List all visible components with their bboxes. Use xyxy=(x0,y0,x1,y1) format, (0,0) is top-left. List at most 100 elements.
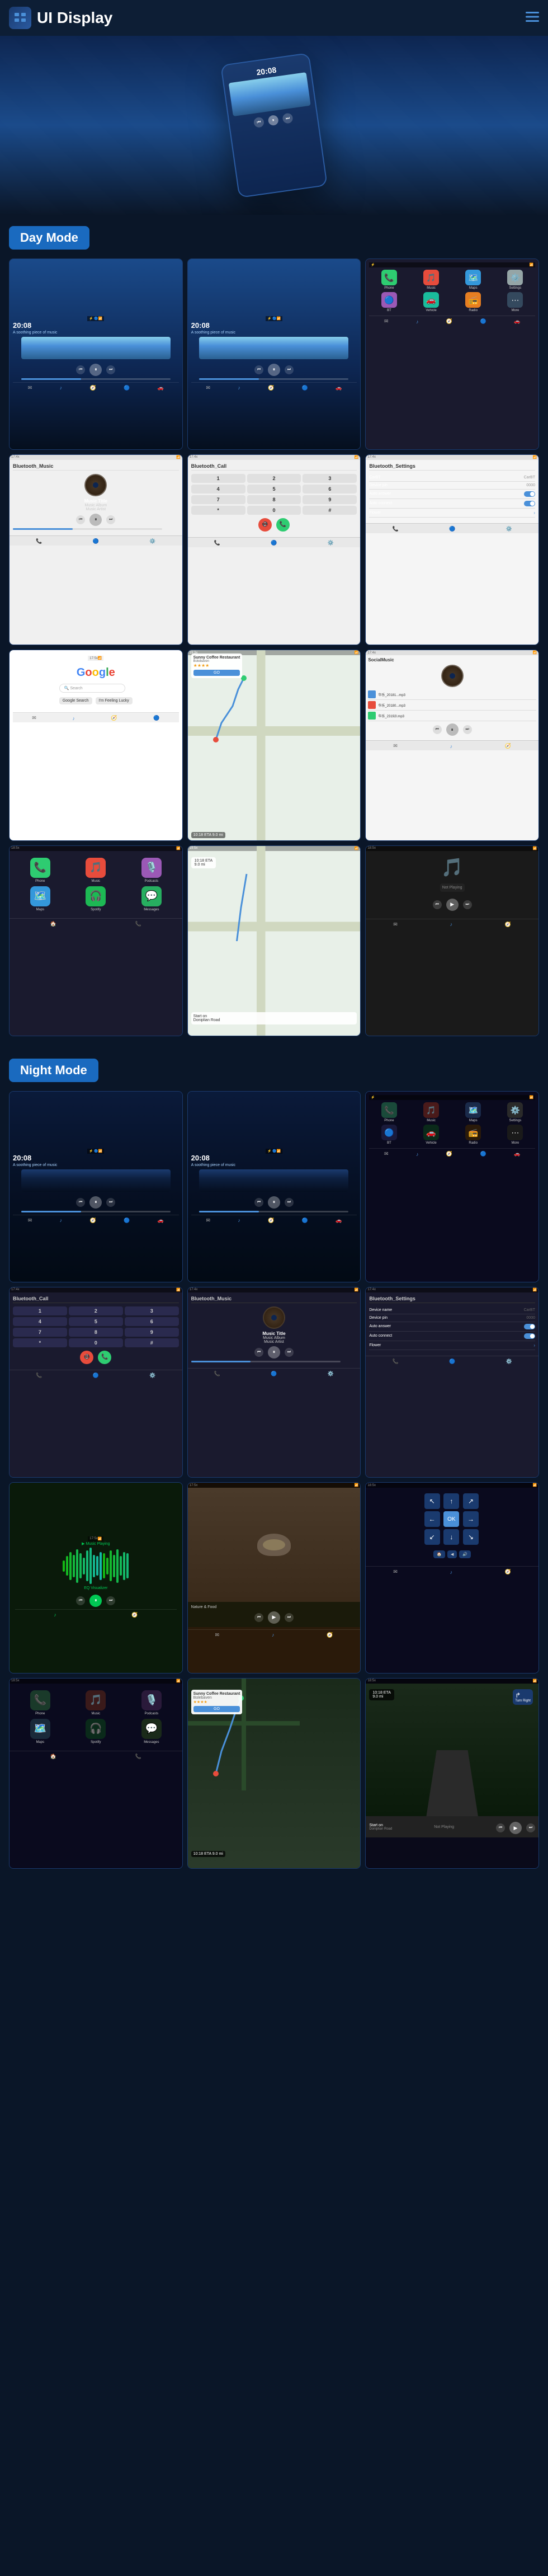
app-item-settings[interactable]: ⚙️ Settings xyxy=(495,270,535,290)
social-play[interactable]: ⏸ xyxy=(446,723,459,736)
music-item-3[interactable]: 华乐_23192l.mp3 xyxy=(368,711,536,721)
nav-arrow-bl[interactable]: ↙ xyxy=(424,1529,440,1545)
night-cp-spotify[interactable]: 🎧 Spotify xyxy=(70,1719,122,1744)
google-search-btn[interactable]: Google Search xyxy=(59,697,92,704)
night-go-button[interactable]: GO xyxy=(193,1706,240,1712)
nav-arrow-right[interactable]: → xyxy=(463,1511,479,1527)
night-app-radio[interactable]: 📻 Radio xyxy=(453,1125,493,1145)
key-9[interactable]: 9 xyxy=(303,495,357,504)
night-cp-messages[interactable]: 💬 Messages xyxy=(125,1719,178,1744)
cp-podcast[interactable]: 🎙️ Podcasts xyxy=(125,858,178,883)
night-call-btn[interactable]: 📞 xyxy=(98,1351,111,1364)
nature-prev[interactable]: ⏮ xyxy=(254,1613,263,1622)
nav-arrow-down[interactable]: ↓ xyxy=(443,1529,459,1545)
nav-arrow-br[interactable]: ↘ xyxy=(463,1529,479,1545)
key-6[interactable]: 6 xyxy=(303,485,357,493)
np-next[interactable]: ⏭ xyxy=(463,900,472,909)
night-key-star[interactable]: * xyxy=(13,1338,67,1347)
night-app-settings[interactable]: ⚙️ Settings xyxy=(495,1102,535,1122)
night-key-8[interactable]: 8 xyxy=(69,1328,123,1337)
bt-play[interactable]: ⏸ xyxy=(89,514,102,526)
cp-phone[interactable]: 📞 Phone xyxy=(14,858,67,883)
nav-arrow-up[interactable]: ↑ xyxy=(443,1493,459,1509)
app-item-music[interactable]: 🎵 Music xyxy=(411,270,451,290)
night-end-call-btn[interactable]: 📵 xyxy=(80,1351,93,1364)
nav-vol-btn[interactable]: 🔊 xyxy=(459,1550,471,1558)
night-cp-podcast[interactable]: 🎙️ Podcasts xyxy=(125,1690,178,1715)
nav-arrow-tr[interactable]: ↗ xyxy=(463,1493,479,1509)
key-5[interactable]: 5 xyxy=(247,485,301,493)
mp-play-2[interactable]: ⏸ xyxy=(268,364,280,376)
go-button[interactable]: GO xyxy=(193,670,240,676)
night-auto-connect-toggle[interactable] xyxy=(524,1333,535,1339)
cp-music[interactable]: 🎵 Music xyxy=(70,858,122,883)
night-prev-2[interactable]: ⏮ xyxy=(254,1198,263,1207)
mp-next-1[interactable]: ⏭ xyxy=(106,365,115,374)
night-app-maps[interactable]: 🗺️ Maps xyxy=(453,1102,493,1122)
night-key-7[interactable]: 7 xyxy=(13,1328,67,1337)
night-app-bt[interactable]: 🔵 BT xyxy=(369,1125,409,1145)
night-play-1[interactable]: ⏸ xyxy=(89,1196,102,1209)
key-8[interactable]: 8 xyxy=(247,495,301,504)
night-prev-1[interactable]: ⏮ xyxy=(76,1198,85,1207)
key-2[interactable]: 2 xyxy=(247,474,301,483)
waveform-next[interactable]: ⏭ xyxy=(106,1596,115,1605)
night-nav-prev[interactable]: ⏮ xyxy=(496,1823,505,1832)
waveform-play[interactable]: ⏸ xyxy=(89,1595,102,1607)
night-next-2[interactable]: ⏭ xyxy=(285,1198,294,1207)
mp-prev-1[interactable]: ⏮ xyxy=(76,365,85,374)
app-item-more[interactable]: ⋯ More xyxy=(495,292,535,312)
social-prev[interactable]: ⏮ xyxy=(433,725,442,734)
nature-next[interactable]: ⏭ xyxy=(285,1613,294,1622)
night-bt-next[interactable]: ⏭ xyxy=(285,1348,294,1357)
nav-arrow-left[interactable]: ← xyxy=(424,1511,440,1527)
cp-spotify[interactable]: 🎧 Spotify xyxy=(70,886,122,911)
night-app-vehicle[interactable]: 🚗 Vehicle xyxy=(411,1125,451,1145)
social-next[interactable]: ⏭ xyxy=(463,725,472,734)
google-lucky-btn[interactable]: I'm Feeling Lucky xyxy=(96,697,133,704)
key-1[interactable]: 1 xyxy=(191,474,245,483)
key-star[interactable]: * xyxy=(191,506,245,515)
key-hash[interactable]: # xyxy=(303,506,357,515)
np-play[interactable]: ▶ xyxy=(446,899,459,911)
np-prev[interactable]: ⏮ xyxy=(433,900,442,909)
music-item-2[interactable]: 华乐_20180...mp3 xyxy=(368,700,536,711)
cp-maps[interactable]: 🗺️ Maps xyxy=(14,886,67,911)
key-3[interactable]: 3 xyxy=(303,474,357,483)
waveform-prev[interactable]: ⏮ xyxy=(76,1596,85,1605)
mp-play-1[interactable]: ⏸ xyxy=(89,364,102,376)
nav-back-btn[interactable]: ◀ xyxy=(447,1550,457,1558)
end-call-btn[interactable]: 📵 xyxy=(258,518,272,532)
app-item-bt[interactable]: 🔵 BT xyxy=(369,292,409,312)
nature-play[interactable]: ▶ xyxy=(268,1611,280,1624)
bt-next[interactable]: ⏭ xyxy=(106,515,115,524)
night-cp-phone[interactable]: 📞 Phone xyxy=(14,1690,67,1715)
night-key-9[interactable]: 9 xyxy=(125,1328,179,1337)
app-item-maps[interactable]: 🗺️ Maps xyxy=(453,270,493,290)
night-key-3[interactable]: 3 xyxy=(125,1306,179,1315)
cp-messages[interactable]: 💬 Messages xyxy=(125,886,178,911)
night-key-6[interactable]: 6 xyxy=(125,1317,179,1326)
key-7[interactable]: 7 xyxy=(191,495,245,504)
night-play-2[interactable]: ⏸ xyxy=(268,1196,280,1209)
night-key-1[interactable]: 1 xyxy=(13,1306,67,1315)
night-bt-prev[interactable]: ⏮ xyxy=(254,1348,263,1357)
key-0[interactable]: 0 xyxy=(247,506,301,515)
night-key-5[interactable]: 5 xyxy=(69,1317,123,1326)
mp-next-2[interactable]: ⏭ xyxy=(285,365,294,374)
bt-prev[interactable]: ⏮ xyxy=(76,515,85,524)
night-app-phone[interactable]: 📞 Phone xyxy=(369,1102,409,1122)
night-auto-answer-toggle[interactable] xyxy=(524,1324,535,1329)
auto-connect-toggle[interactable] xyxy=(524,501,535,506)
music-item-1[interactable]: 华乐_20181...mp3 xyxy=(368,689,536,700)
call-btn[interactable]: 📞 xyxy=(276,518,290,532)
auto-answer-toggle[interactable] xyxy=(524,491,535,497)
app-item-phone[interactable]: 📞 Phone xyxy=(369,270,409,290)
google-search-bar[interactable]: 🔍 Search xyxy=(59,684,125,693)
night-key-4[interactable]: 4 xyxy=(13,1317,67,1326)
night-cp-music[interactable]: 🎵 Music xyxy=(70,1690,122,1715)
nav-center[interactable]: OK xyxy=(443,1511,459,1527)
night-key-hash[interactable]: # xyxy=(125,1338,179,1347)
night-app-more[interactable]: ⋯ More xyxy=(495,1125,535,1145)
app-item-radio[interactable]: 📻 Radio xyxy=(453,292,493,312)
